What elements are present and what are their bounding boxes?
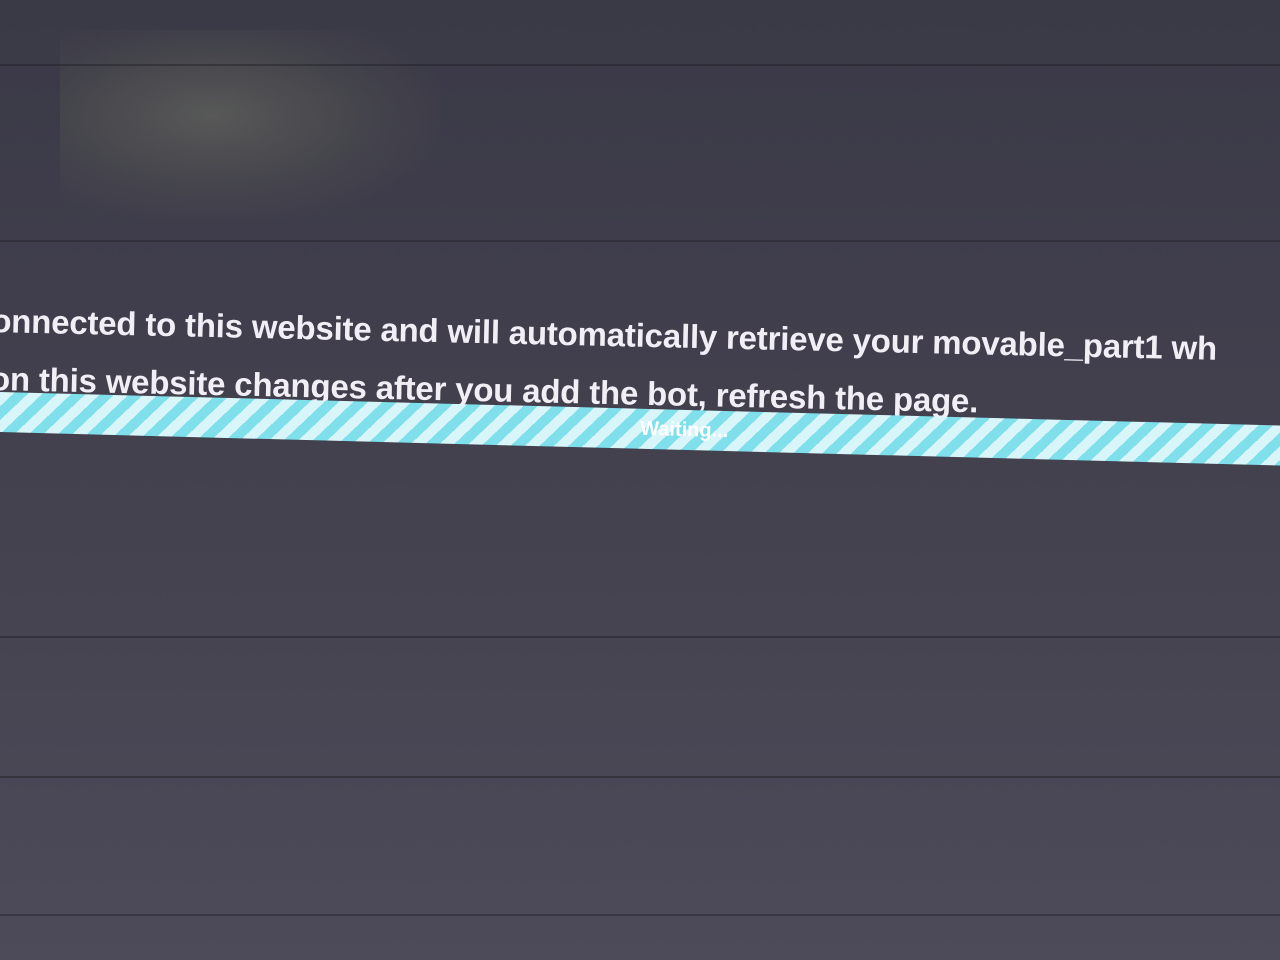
divider bbox=[0, 240, 1280, 242]
screen-glare bbox=[60, 30, 440, 220]
divider bbox=[0, 914, 1280, 916]
divider bbox=[0, 776, 1280, 778]
divider bbox=[0, 636, 1280, 638]
divider bbox=[0, 64, 1280, 66]
